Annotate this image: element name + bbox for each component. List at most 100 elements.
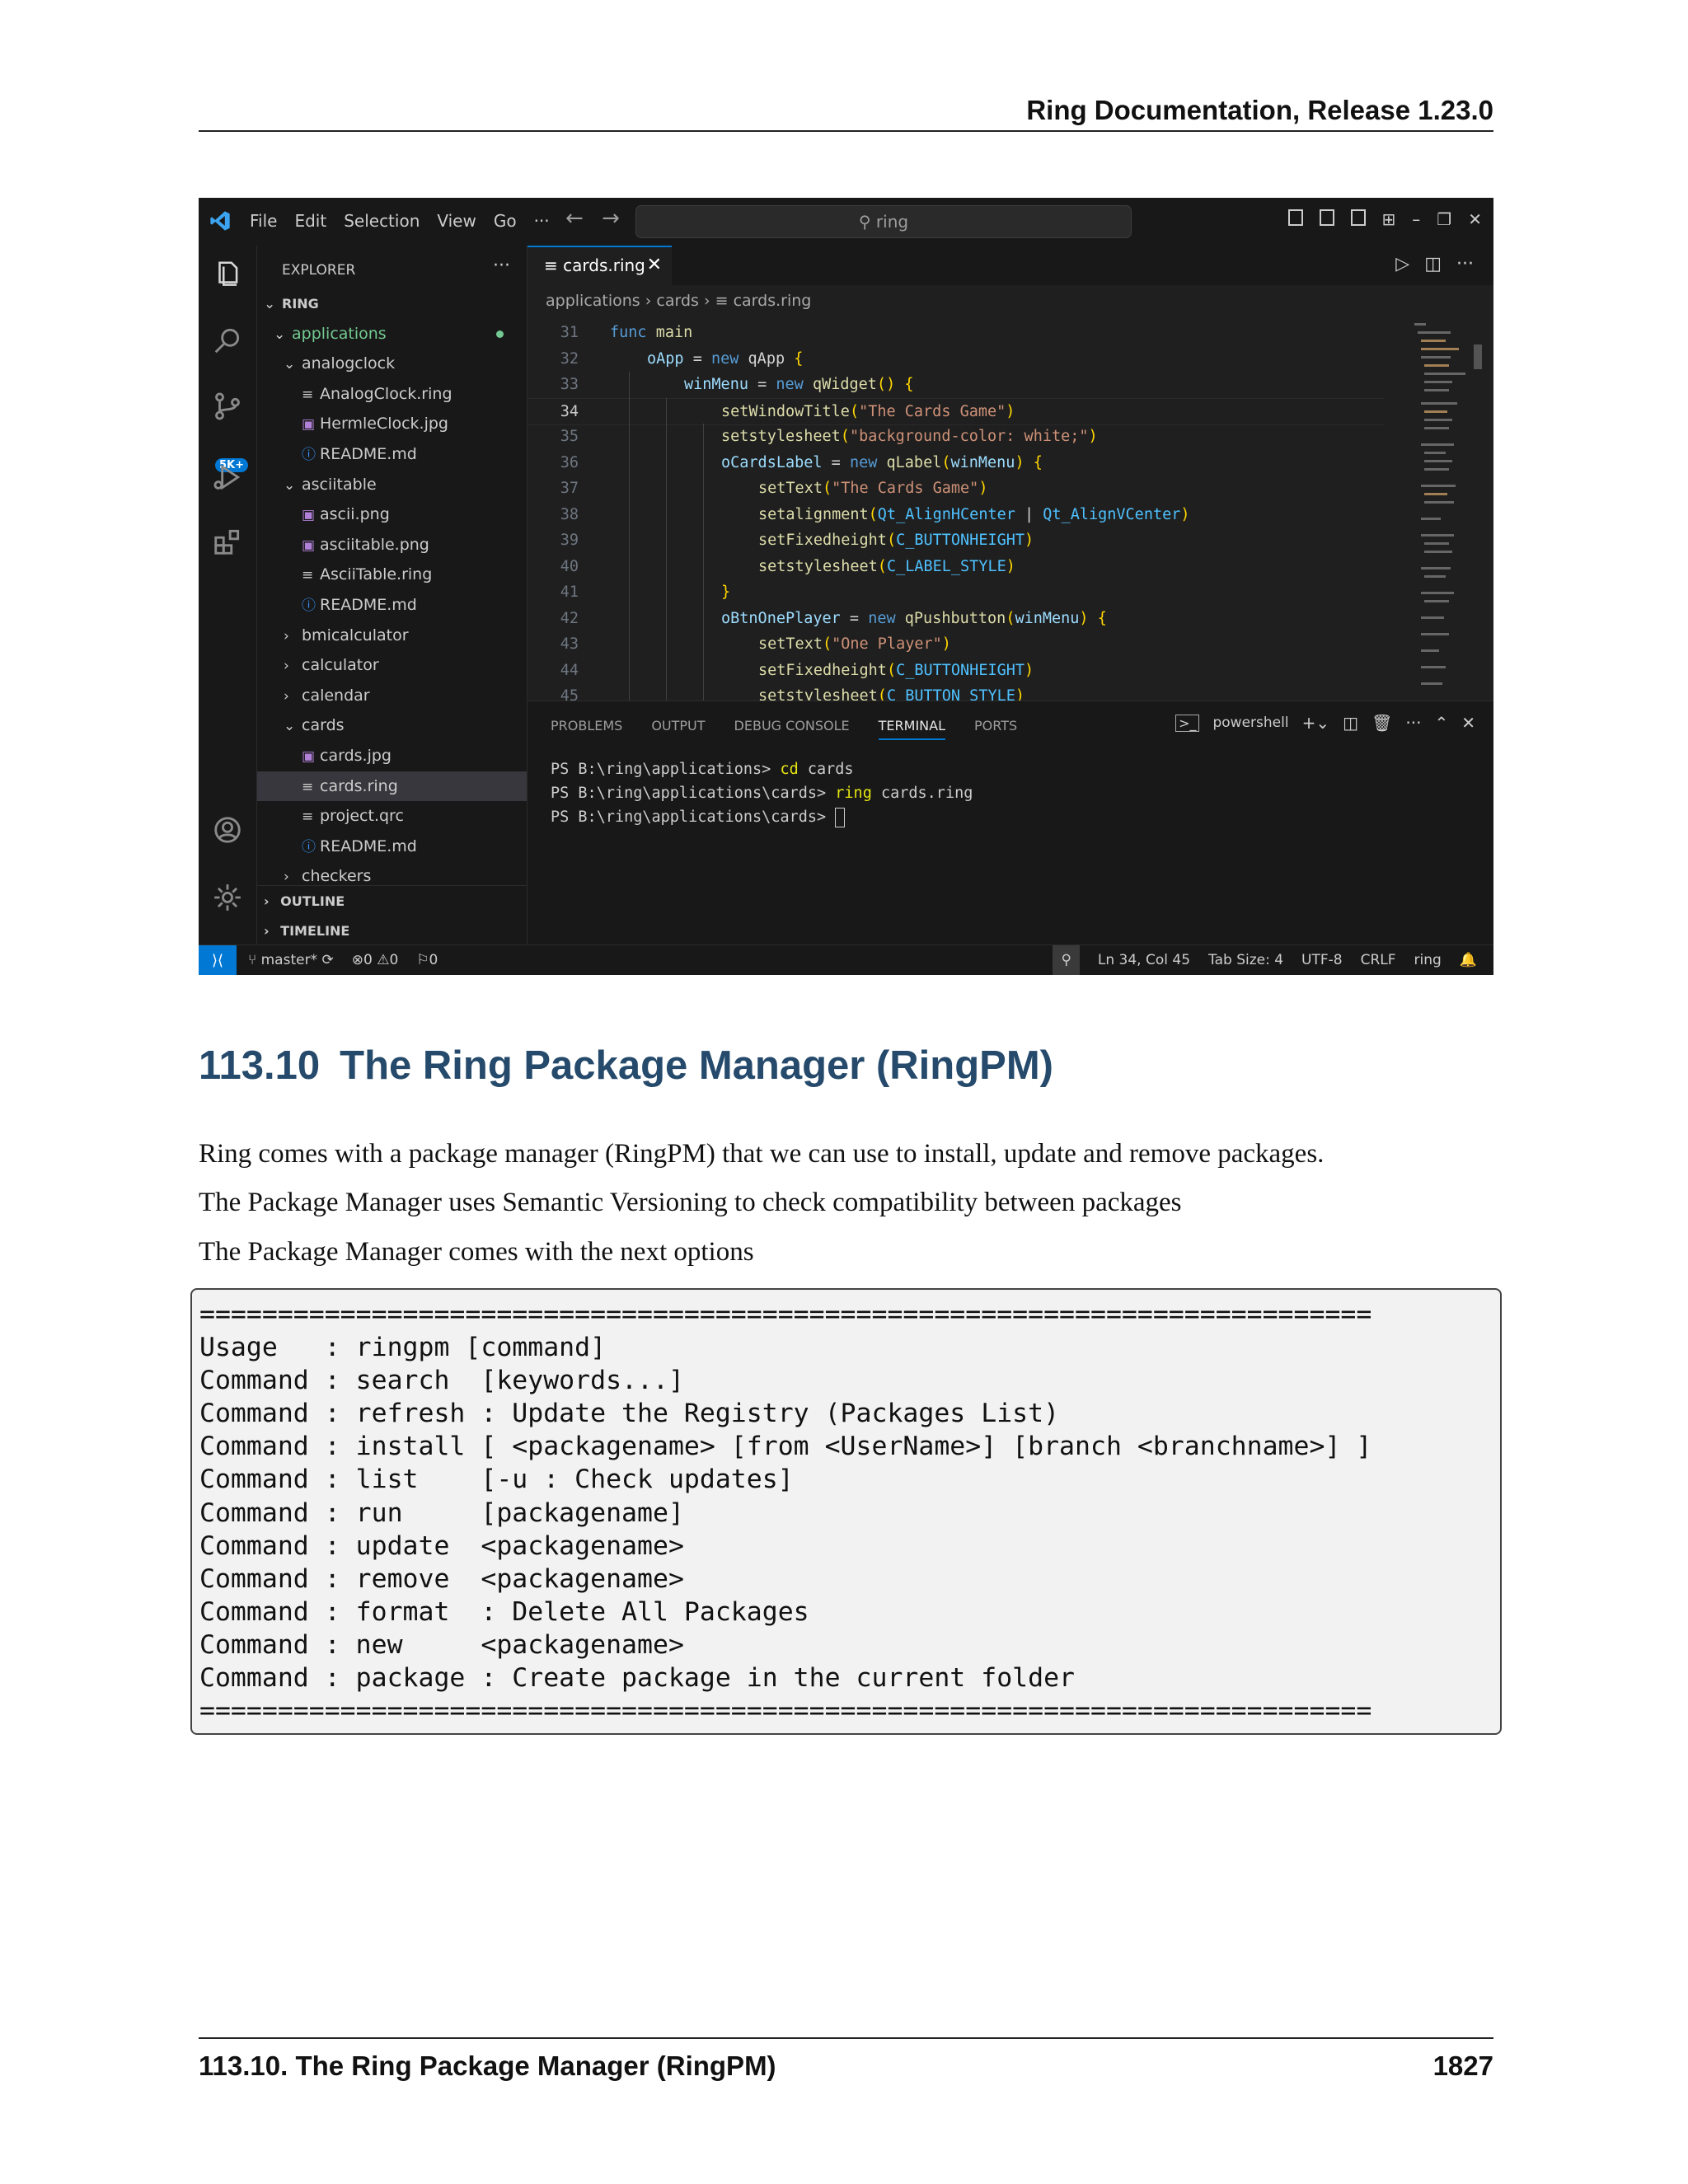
- tree-item[interactable]: › calculator: [257, 650, 527, 680]
- tab-terminal[interactable]: TERMINAL: [878, 718, 946, 740]
- tree-item[interactable]: ≡ AnalogClock.ring: [257, 379, 527, 409]
- tree-item-label: analogclock: [302, 354, 396, 373]
- code-line[interactable]: 43 setText("One Player"): [528, 631, 1385, 658]
- problems-status[interactable]: ⊗0 ⚠0: [352, 945, 399, 975]
- code-line[interactable]: 44 setFixedheight(C_BUTTONHEIGHT): [528, 658, 1385, 684]
- tree-item[interactable]: ⌄ RING: [257, 288, 527, 318]
- menu-more[interactable]: ···: [534, 211, 550, 231]
- tab-output[interactable]: OUTPUT: [651, 718, 705, 740]
- tree-item[interactable]: ▣ HermleClock.jpg: [257, 409, 527, 438]
- code-line[interactable]: 35 setstylesheet("background-color: white…: [528, 424, 1385, 450]
- extensions-icon[interactable]: [212, 526, 243, 557]
- split-editor-icon[interactable]: ◫: [1424, 254, 1442, 274]
- more-actions-icon[interactable]: ···: [1456, 254, 1474, 274]
- menu-go[interactable]: Go: [494, 211, 517, 231]
- search-activity-icon[interactable]: [212, 325, 243, 356]
- tree-item-label: README.md: [320, 837, 417, 855]
- tree-item[interactable]: ▣ asciitable.png: [257, 530, 527, 560]
- code-line[interactable]: 41}: [528, 579, 1385, 606]
- code-line[interactable]: 37 setText("The Cards Game"): [528, 476, 1385, 502]
- toggle-secondary-sidebar-icon[interactable]: [1350, 209, 1366, 226]
- language-mode[interactable]: ring: [1414, 945, 1442, 975]
- minimize-icon[interactable]: –: [1412, 209, 1420, 229]
- vscode-screenshot: File Edit Selection View Go ··· ← → ⚲ ri…: [199, 198, 1493, 975]
- warning-count: 0: [389, 952, 399, 968]
- tab-cards-ring[interactable]: ≡ cards.ring ✕: [528, 246, 672, 285]
- run-debug-icon[interactable]: [212, 462, 243, 493]
- tree-item[interactable]: ▣ ascii.png: [257, 499, 527, 529]
- tree-item[interactable]: ▣ cards.jpg: [257, 741, 527, 771]
- maximize-panel-icon[interactable]: ⌃: [1434, 713, 1448, 733]
- cursor-position[interactable]: Ln 34, Col 45: [1098, 945, 1190, 975]
- timeline-section[interactable]: › TIMELINE: [257, 916, 527, 946]
- breadcrumb-item[interactable]: cards.ring: [734, 292, 812, 310]
- run-icon[interactable]: ▷: [1395, 254, 1409, 274]
- menu-file[interactable]: File: [250, 211, 277, 231]
- code-line[interactable]: 33 winMenu = new qWidget() {: [528, 372, 1385, 398]
- close-panel-icon[interactable]: ✕: [1461, 713, 1475, 733]
- split-terminal-icon[interactable]: ◫: [1343, 713, 1358, 733]
- code-line[interactable]: 42 oBtnOnePlayer = new qPushbutton(winMen…: [528, 606, 1385, 632]
- source-control-icon[interactable]: [212, 391, 243, 422]
- tree-item[interactable]: ⌄ analogclock: [257, 349, 527, 378]
- tree-item[interactable]: › bmicalculator: [257, 621, 527, 650]
- code-line[interactable]: 40 setstylesheet(C_LABEL_STYLE): [528, 554, 1385, 580]
- code-line[interactable]: 39 setFixedheight(C_BUTTONHEIGHT): [528, 527, 1385, 554]
- command-center-search[interactable]: ⚲ ring: [635, 205, 1132, 238]
- code-line[interactable]: 31 func main: [528, 320, 1385, 346]
- menu-selection[interactable]: Selection: [344, 211, 420, 231]
- trash-icon[interactable]: 🗑: [1372, 713, 1392, 733]
- ports-status[interactable]: ⚐0: [416, 945, 438, 975]
- end-of-line[interactable]: CRLF: [1361, 945, 1396, 975]
- settings-gear-icon[interactable]: [212, 882, 243, 913]
- tree-item[interactable]: ⌄ applications: [257, 319, 527, 349]
- new-terminal-icon[interactable]: +⌄: [1302, 713, 1330, 733]
- tree-item[interactable]: ⌄ asciitable: [257, 470, 527, 499]
- terminal-command: cd: [780, 761, 799, 778]
- tab-ports[interactable]: PORTS: [974, 718, 1017, 740]
- toggle-panel-icon[interactable]: [1319, 209, 1334, 226]
- tab-size[interactable]: Tab Size: 4: [1208, 945, 1283, 975]
- tree-item[interactable]: ⌄ cards: [257, 710, 527, 740]
- code-line[interactable]: 38 setalignment(Qt_AlignHCenter | Qt_Alig…: [528, 502, 1385, 528]
- back-arrow-icon[interactable]: ←: [565, 206, 584, 231]
- customize-layout-icon[interactable]: ⊞: [1382, 209, 1396, 229]
- code-text: func main: [610, 324, 693, 341]
- code-block: ========================================…: [190, 1288, 1502, 1735]
- more-actions-icon[interactable]: ···: [1405, 713, 1421, 733]
- tree-item[interactable]: ⓘ README.md: [257, 590, 527, 620]
- close-window-icon[interactable]: ✕: [1468, 209, 1482, 229]
- notifications-bell-icon[interactable]: 🔔: [1460, 945, 1477, 975]
- code-line[interactable]: 36 oCardsLabel = new qLabel(winMenu) {: [528, 450, 1385, 476]
- code-line[interactable]: 34 setWindowTitle("The Cards Game"): [528, 397, 1385, 425]
- menu-edit[interactable]: Edit: [294, 211, 326, 231]
- tab-problems[interactable]: PROBLEMS: [551, 718, 622, 740]
- restore-icon[interactable]: ❐: [1437, 209, 1451, 229]
- terminal-shell-name[interactable]: powershell: [1212, 715, 1288, 731]
- menu-view[interactable]: View: [437, 211, 476, 231]
- tree-item[interactable]: ⓘ README.md: [257, 439, 527, 469]
- zoom-icon[interactable]: ⚲: [1053, 945, 1080, 975]
- breadcrumb-item[interactable]: cards: [656, 292, 699, 310]
- remote-indicator-icon[interactable]: ⟩⟨: [199, 945, 237, 975]
- encoding[interactable]: UTF-8: [1301, 945, 1343, 975]
- outline-section[interactable]: › OUTLINE: [257, 887, 527, 916]
- accounts-icon[interactable]: [212, 814, 243, 846]
- branch-status[interactable]: ⑂ master* ⟳: [248, 945, 334, 975]
- explorer-more-icon[interactable]: ···: [493, 255, 510, 276]
- forward-arrow-icon[interactable]: →: [602, 206, 620, 231]
- breadcrumb-item[interactable]: applications: [546, 292, 640, 310]
- running-header: Ring Documentation, Release 1.23.0: [199, 91, 1493, 132]
- explorer-icon[interactable]: [212, 259, 243, 290]
- minimap[interactable]: [1409, 320, 1484, 699]
- code-line[interactable]: 32 oApp = new qApp {: [528, 346, 1385, 373]
- tree-item[interactable]: ≡ AsciiTable.ring: [257, 560, 527, 589]
- toggle-primary-sidebar-icon[interactable]: [1287, 209, 1303, 226]
- tree-item[interactable]: › calendar: [257, 681, 527, 710]
- tree-item[interactable]: ≡ project.qrc: [257, 801, 527, 831]
- tab-debug-console[interactable]: DEBUG CONSOLE: [734, 718, 850, 740]
- tree-item[interactable]: ≡ cards.ring: [257, 771, 527, 801]
- close-tab-icon[interactable]: ✕: [647, 247, 662, 284]
- tree-item[interactable]: ⓘ README.md: [257, 832, 527, 861]
- terminal-output[interactable]: PS B:\ring\applications> cd cards PS B:\r…: [551, 757, 973, 829]
